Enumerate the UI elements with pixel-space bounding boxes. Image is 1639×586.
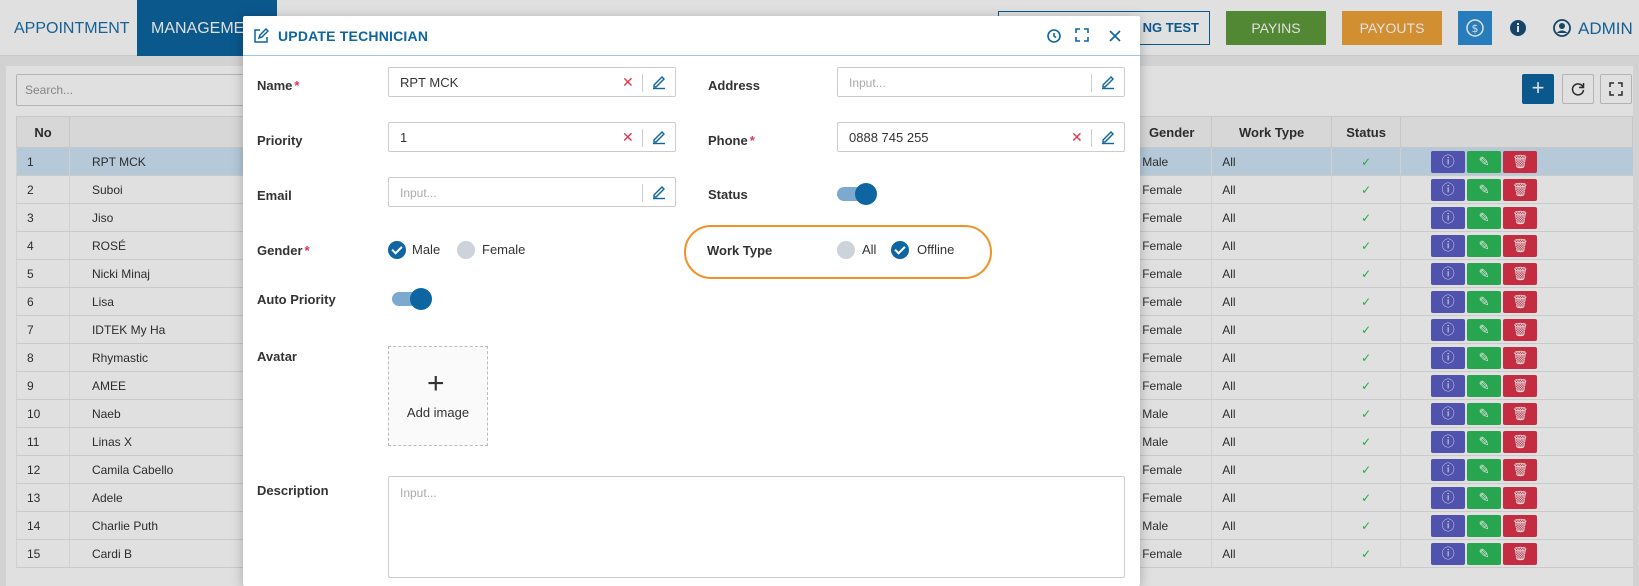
name-field[interactable]: RPT MCK ✕ xyxy=(388,67,676,97)
separator xyxy=(642,129,643,147)
edit-icon xyxy=(253,27,270,44)
description-label: Description xyxy=(257,483,329,498)
gender-label-text: Gender xyxy=(257,243,303,258)
pen-icon[interactable] xyxy=(651,74,667,90)
phone-value: 0888 745 255 xyxy=(849,130,929,145)
clear-icon[interactable]: ✕ xyxy=(1071,129,1083,146)
work-type-highlight xyxy=(684,225,992,279)
auto-priority-toggle[interactable] xyxy=(392,288,432,310)
modal-header: UPDATE TECHNICIAN xyxy=(243,16,1140,56)
history-icon[interactable] xyxy=(1043,24,1065,46)
email-field[interactable]: Input... xyxy=(388,177,676,207)
add-image-label: Add image xyxy=(406,405,470,420)
gender-female-radio[interactable] xyxy=(457,241,475,259)
clear-icon[interactable]: ✕ xyxy=(622,74,634,91)
required-mark: * xyxy=(304,243,310,258)
gender-male-radio[interactable] xyxy=(388,241,406,259)
pen-icon[interactable] xyxy=(651,184,667,200)
pen-icon[interactable] xyxy=(651,129,667,145)
plus-icon: + xyxy=(427,367,445,400)
description-textarea[interactable]: Input... xyxy=(388,476,1125,578)
email-placeholder: Input... xyxy=(400,186,437,200)
priority-field[interactable]: 1 ✕ xyxy=(388,122,676,152)
modal-title: UPDATE TECHNICIAN xyxy=(278,28,429,44)
priority-value: 1 xyxy=(400,130,408,145)
toggle-knob xyxy=(855,183,877,205)
status-label: Status xyxy=(708,187,748,202)
separator xyxy=(642,74,643,92)
phone-field[interactable]: 0888 745 255 ✕ xyxy=(837,122,1125,152)
avatar-label: Avatar xyxy=(257,349,297,364)
name-label: Name * xyxy=(257,78,299,93)
phone-label-text: Phone xyxy=(708,133,748,148)
separator xyxy=(1091,74,1092,92)
name-label-text: Name xyxy=(257,78,293,93)
add-image-upload[interactable]: + Add image xyxy=(388,346,488,446)
pen-icon[interactable] xyxy=(1100,129,1116,145)
close-icon[interactable] xyxy=(1104,24,1126,46)
address-field[interactable]: Input... xyxy=(837,67,1125,97)
toggle-knob xyxy=(410,288,432,310)
priority-label: Priority xyxy=(257,133,303,148)
required-mark: * xyxy=(749,133,755,148)
email-label: Email xyxy=(257,188,292,203)
address-label: Address xyxy=(708,78,761,93)
clear-icon[interactable]: ✕ xyxy=(622,129,634,146)
expand-icon[interactable] xyxy=(1071,24,1093,46)
gender-label: Gender * xyxy=(257,243,310,258)
name-value: RPT MCK xyxy=(400,75,459,90)
status-toggle[interactable] xyxy=(837,183,877,205)
gender-male-label[interactable]: Male xyxy=(412,242,440,257)
separator xyxy=(642,184,643,202)
auto-priority-label: Auto Priority xyxy=(257,292,336,307)
gender-female-label[interactable]: Female xyxy=(482,242,525,257)
address-placeholder: Input... xyxy=(849,76,886,90)
phone-label: Phone * xyxy=(708,133,755,148)
pen-icon[interactable] xyxy=(1100,74,1116,90)
separator xyxy=(1091,129,1092,147)
description-placeholder: Input... xyxy=(400,486,437,500)
required-mark: * xyxy=(294,78,300,93)
